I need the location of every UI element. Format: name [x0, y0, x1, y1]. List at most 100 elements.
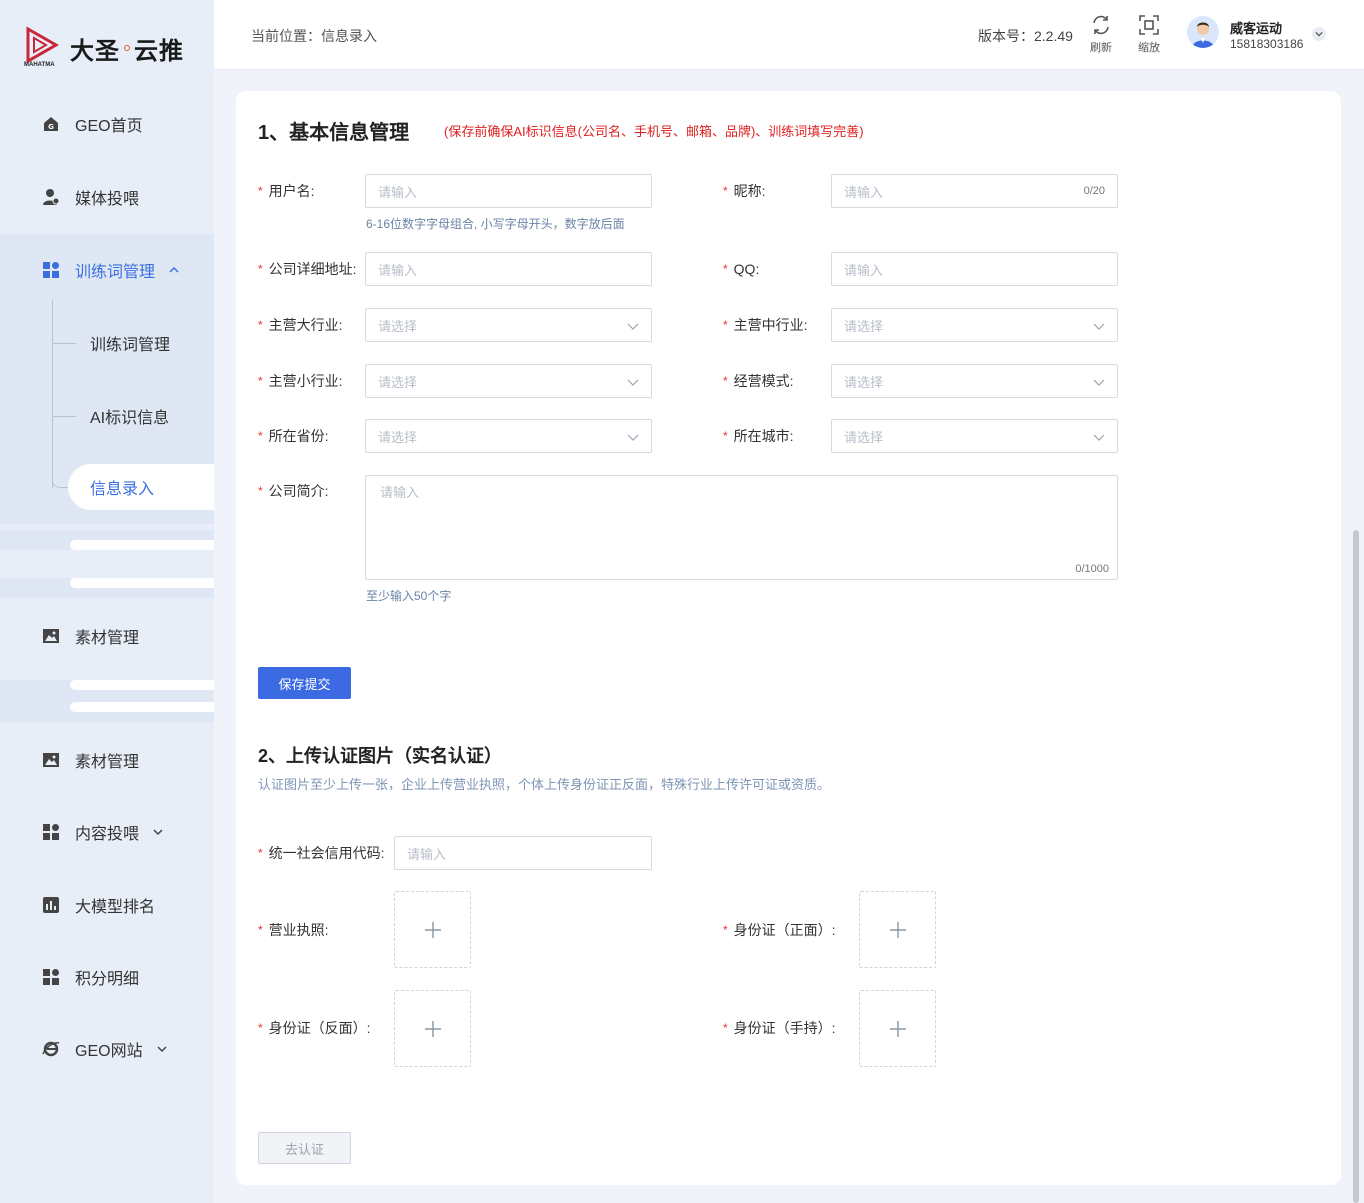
industry-minor-label: * 主营小行业:	[258, 364, 343, 398]
required-mark: *	[723, 374, 728, 388]
sidebar-item-model-ranking[interactable]: 大模型排名	[0, 883, 214, 927]
nickname-input[interactable]: 请输入 0/20	[831, 174, 1118, 208]
logo-name-a: 大圣	[70, 37, 120, 65]
nickname-counter: 0/20	[1083, 185, 1105, 197]
qq-label: * QQ:	[723, 252, 759, 286]
username-label: * 用户名:	[258, 174, 315, 208]
business-mode-select[interactable]: 请选择	[831, 364, 1118, 398]
nickname-label-text: 昵称:	[733, 183, 766, 199]
avatar[interactable]	[1187, 16, 1219, 48]
section1-title: 1、基本信息管理	[258, 122, 410, 144]
scrollbar[interactable]	[1353, 530, 1359, 1203]
sidebar-item-media-feed[interactable]: 媒体投喂	[0, 175, 214, 219]
id-hold-upload[interactable]	[859, 990, 936, 1067]
nav-curve	[70, 540, 214, 550]
sidebar-item-geo-home[interactable]: G GEO首页	[0, 102, 214, 146]
id-hold-label-text: 身份证（手持）:	[733, 1020, 836, 1036]
required-mark: *	[258, 262, 263, 276]
qq-input[interactable]: 请输入	[831, 252, 1118, 286]
required-mark: *	[723, 923, 728, 937]
submenu-tick	[52, 415, 76, 417]
intro-label: * 公司简介:	[258, 474, 329, 508]
breadcrumb: 当前位置：信息录入	[251, 28, 377, 44]
id-hold-label: * 身份证（手持）:	[723, 1011, 836, 1045]
license-upload[interactable]	[394, 891, 471, 968]
chevron-down-icon	[627, 379, 639, 386]
id-back-label-text: 身份证（反面）:	[268, 1020, 371, 1036]
chevron-down-icon	[627, 434, 639, 441]
id-back-upload[interactable]	[394, 990, 471, 1067]
industry-major-label: * 主营大行业:	[258, 308, 343, 342]
sidebar-item-materials[interactable]: 素材管理	[0, 614, 214, 658]
logo[interactable]: MAHATMA 大圣 云推	[22, 26, 184, 70]
svg-text:G: G	[48, 123, 54, 131]
plus-icon	[424, 1020, 441, 1037]
submenu-corner	[52, 470, 68, 488]
sidebar-item-label: 素材管理	[75, 630, 140, 647]
province-select[interactable]: 请选择	[365, 419, 652, 453]
address-input[interactable]: 请输入	[365, 252, 652, 286]
industry-major-select[interactable]: 请选择	[365, 308, 652, 342]
province-label-text: 所在省份:	[268, 428, 329, 444]
city-select[interactable]: 请选择	[831, 419, 1118, 453]
verify-button[interactable]: 去认证	[258, 1132, 351, 1164]
required-mark: *	[258, 429, 263, 443]
required-mark: *	[258, 184, 263, 198]
user-menu-toggle[interactable]	[1312, 27, 1326, 41]
id-front-label: * 身份证（正面）:	[723, 913, 836, 947]
required-mark: *	[258, 846, 263, 860]
id-front-upload[interactable]	[859, 891, 936, 968]
version-number: 版本号：2.2.49	[978, 28, 1073, 44]
grid-icon	[42, 823, 60, 841]
sidebar-item-label: GEO网站	[75, 1043, 143, 1060]
credit-code-placeholder: 请输入	[407, 846, 447, 862]
required-mark: *	[723, 1021, 728, 1035]
save-submit-button[interactable]: 保存提交	[258, 667, 351, 699]
sub-item-label: 训练词管理	[90, 337, 171, 354]
credit-code-label-text: 统一社会信用代码:	[268, 845, 385, 861]
industry-major-placeholder: 请选择	[378, 318, 418, 334]
required-mark: *	[723, 429, 728, 443]
intro-textarea[interactable]: 请输入 0/1000	[365, 475, 1118, 580]
refresh-button[interactable]: 刷新	[1086, 14, 1116, 55]
nav-curve	[70, 578, 214, 588]
industry-mid-placeholder: 请选择	[844, 318, 884, 334]
refresh-label: 刷新	[1090, 42, 1112, 54]
license-label-text: 营业执照:	[268, 922, 329, 938]
industry-minor-select[interactable]: 请选择	[365, 364, 652, 398]
sidebar-item-label: GEO首页	[75, 118, 143, 135]
industry-mid-select[interactable]: 请选择	[831, 308, 1118, 342]
intro-hint: 至少输入50个字	[366, 589, 452, 603]
id-front-label-text: 身份证（正面）:	[733, 922, 836, 938]
sidebar-item-label: 内容投喂	[75, 826, 140, 843]
sidebar-item-training-words[interactable]: 训练词管理	[0, 248, 214, 292]
city-label-text: 所在城市:	[733, 428, 794, 444]
required-mark: *	[258, 374, 263, 388]
logo-name: 大圣 云推	[70, 31, 184, 66]
bar-chart-icon	[42, 896, 60, 914]
sub-item-ai-identity[interactable]: AI标识信息	[52, 394, 169, 438]
nickname-placeholder: 请输入	[844, 184, 884, 200]
sub-item-info-entry[interactable]: 信息录入	[68, 464, 214, 510]
sub-item-label: 信息录入	[90, 481, 155, 498]
credit-code-input[interactable]: 请输入	[394, 836, 652, 870]
sidebar-item-points-detail[interactable]: 积分明细	[0, 955, 214, 999]
credit-code-label: * 统一社会信用代码:	[258, 836, 385, 870]
sidebar-item-materials-2[interactable]: 素材管理	[0, 738, 214, 782]
sidebar-item-label: 大模型排名	[75, 899, 156, 916]
sidebar-item-label: 积分明细	[75, 971, 140, 988]
browser-icon	[42, 1040, 60, 1058]
zoom-label: 缩放	[1138, 42, 1160, 54]
sidebar-item-geo-website[interactable]: GEO网站	[0, 1027, 214, 1071]
nav-curve	[70, 702, 214, 712]
chevron-down-icon	[1315, 31, 1323, 37]
username-hint: 6-16位数字字母组合, 小写字母开头，数字放后面	[366, 217, 625, 231]
sub-item-label: AI标识信息	[90, 410, 170, 427]
avatar-icon	[1192, 22, 1214, 48]
sub-item-training-words[interactable]: 训练词管理	[52, 321, 170, 365]
sidebar-item-content-feed[interactable]: 内容投喂	[0, 810, 214, 854]
business-mode-placeholder: 请选择	[844, 374, 884, 390]
zoom-button[interactable]: 缩放	[1134, 14, 1164, 55]
form-card: 1、基本信息管理 (保存前确保AI标识信息(公司名、手机号、邮箱、品牌)、训练词…	[236, 91, 1341, 1185]
username-input[interactable]: 请输入	[365, 174, 652, 208]
